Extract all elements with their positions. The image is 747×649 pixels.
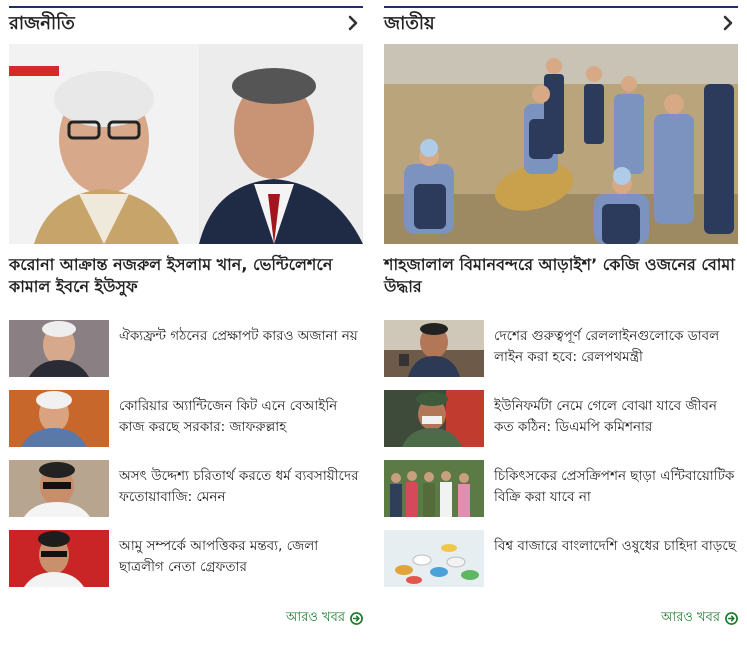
section-header: রাজনীতি	[9, 6, 363, 38]
more-news-label[interactable]: আরও খবর	[661, 608, 720, 629]
chevron-right-icon[interactable]	[718, 13, 738, 33]
more-news-link[interactable]: আরও খবর	[661, 608, 738, 629]
list-item[interactable]: চিকিৎসকের প্রেসক্রিপশন ছাড়া এন্টিবায়োট…	[384, 460, 738, 518]
thumbnail-image[interactable]	[9, 530, 109, 587]
more-news-label[interactable]: আরও খবর	[286, 608, 345, 629]
lead-story-image[interactable]	[9, 44, 363, 244]
list-item-title[interactable]: চিকিৎসকের প্রেসক্রিপশন ছাড়া এন্টিবায়োট…	[494, 460, 738, 518]
list-item-title[interactable]: দেশের গুরুত্বপূর্ণ রেললাইনগুলোকে ডাবল লা…	[494, 320, 738, 378]
section-title[interactable]: জাতীয়	[384, 7, 435, 40]
lead-story-title[interactable]: শাহজালাল বিমানবন্দরে আড়াইশ’ কেজি ওজনের …	[384, 254, 738, 298]
thumbnail-image[interactable]	[9, 390, 109, 447]
list-item-title[interactable]: ইউনিফর্মটা নেমে গেলে বোঝা যাবে জীবন কত ক…	[494, 390, 738, 448]
list-item[interactable]: কোরিয়ার অ্যান্টিজেন কিট এনে বেআইনি কাজ …	[9, 390, 363, 448]
list-item[interactable]: বিশ্ব বাজারে বাংলাদেশি ওষুধের চাহিদা বাড…	[384, 530, 738, 588]
circle-arrow-right-icon[interactable]	[350, 612, 363, 625]
section-national: জাতীয় শাহজালাল বিমানবন্দরে আড়াইশ’ কেজি…	[384, 6, 738, 625]
section-header: জাতীয়	[384, 6, 738, 38]
section-title[interactable]: রাজনীতি	[9, 7, 75, 40]
list-item-title[interactable]: বিশ্ব বাজারে বাংলাদেশি ওষুধের চাহিদা বাড…	[494, 530, 736, 588]
thumbnail-image[interactable]	[9, 460, 109, 517]
section-politics: রাজনীতি করোনা আক্রান্ত নজরুল ইসলাম খান, …	[9, 6, 363, 625]
chevron-right-icon[interactable]	[343, 13, 363, 33]
more-news-link[interactable]: আরও খবর	[286, 608, 363, 629]
list-item[interactable]: ঐক্যফ্রন্ট গঠনের প্রেক্ষাপট কারও অজানা ন…	[9, 320, 363, 378]
thumbnail-image[interactable]	[384, 320, 484, 377]
list-item-title[interactable]: ঐক্যফ্রন্ট গঠনের প্রেক্ষাপট কারও অজানা ন…	[119, 320, 358, 378]
thumbnail-image[interactable]	[384, 390, 484, 447]
list-item-title[interactable]: আমু সম্পর্কে আপত্তিকর মন্তব্য, জেলা ছাত্…	[119, 530, 363, 588]
circle-arrow-right-icon[interactable]	[725, 612, 738, 625]
thumbnail-image[interactable]	[384, 530, 484, 587]
list-item-title[interactable]: কোরিয়ার অ্যান্টিজেন কিট এনে বেআইনি কাজ …	[119, 390, 363, 448]
lead-story-image[interactable]	[384, 44, 738, 244]
thumbnail-image[interactable]	[9, 320, 109, 377]
list-item[interactable]: আমু সম্পর্কে আপত্তিকর মন্তব্য, জেলা ছাত্…	[9, 530, 363, 588]
lead-story-title[interactable]: করোনা আক্রান্ত নজরুল ইসলাম খান, ভেন্টিলে…	[9, 254, 363, 298]
list-item[interactable]: অসৎ উদ্দেশ্য চরিতার্থ করতে ধর্ম ব্যবসায়…	[9, 460, 363, 518]
list-item[interactable]: দেশের গুরুত্বপূর্ণ রেললাইনগুলোকে ডাবল লা…	[384, 320, 738, 378]
list-item-title[interactable]: অসৎ উদ্দেশ্য চরিতার্থ করতে ধর্ম ব্যবসায়…	[119, 460, 363, 518]
list-item[interactable]: ইউনিফর্মটা নেমে গেলে বোঝা যাবে জীবন কত ক…	[384, 390, 738, 448]
thumbnail-image[interactable]	[384, 460, 484, 517]
